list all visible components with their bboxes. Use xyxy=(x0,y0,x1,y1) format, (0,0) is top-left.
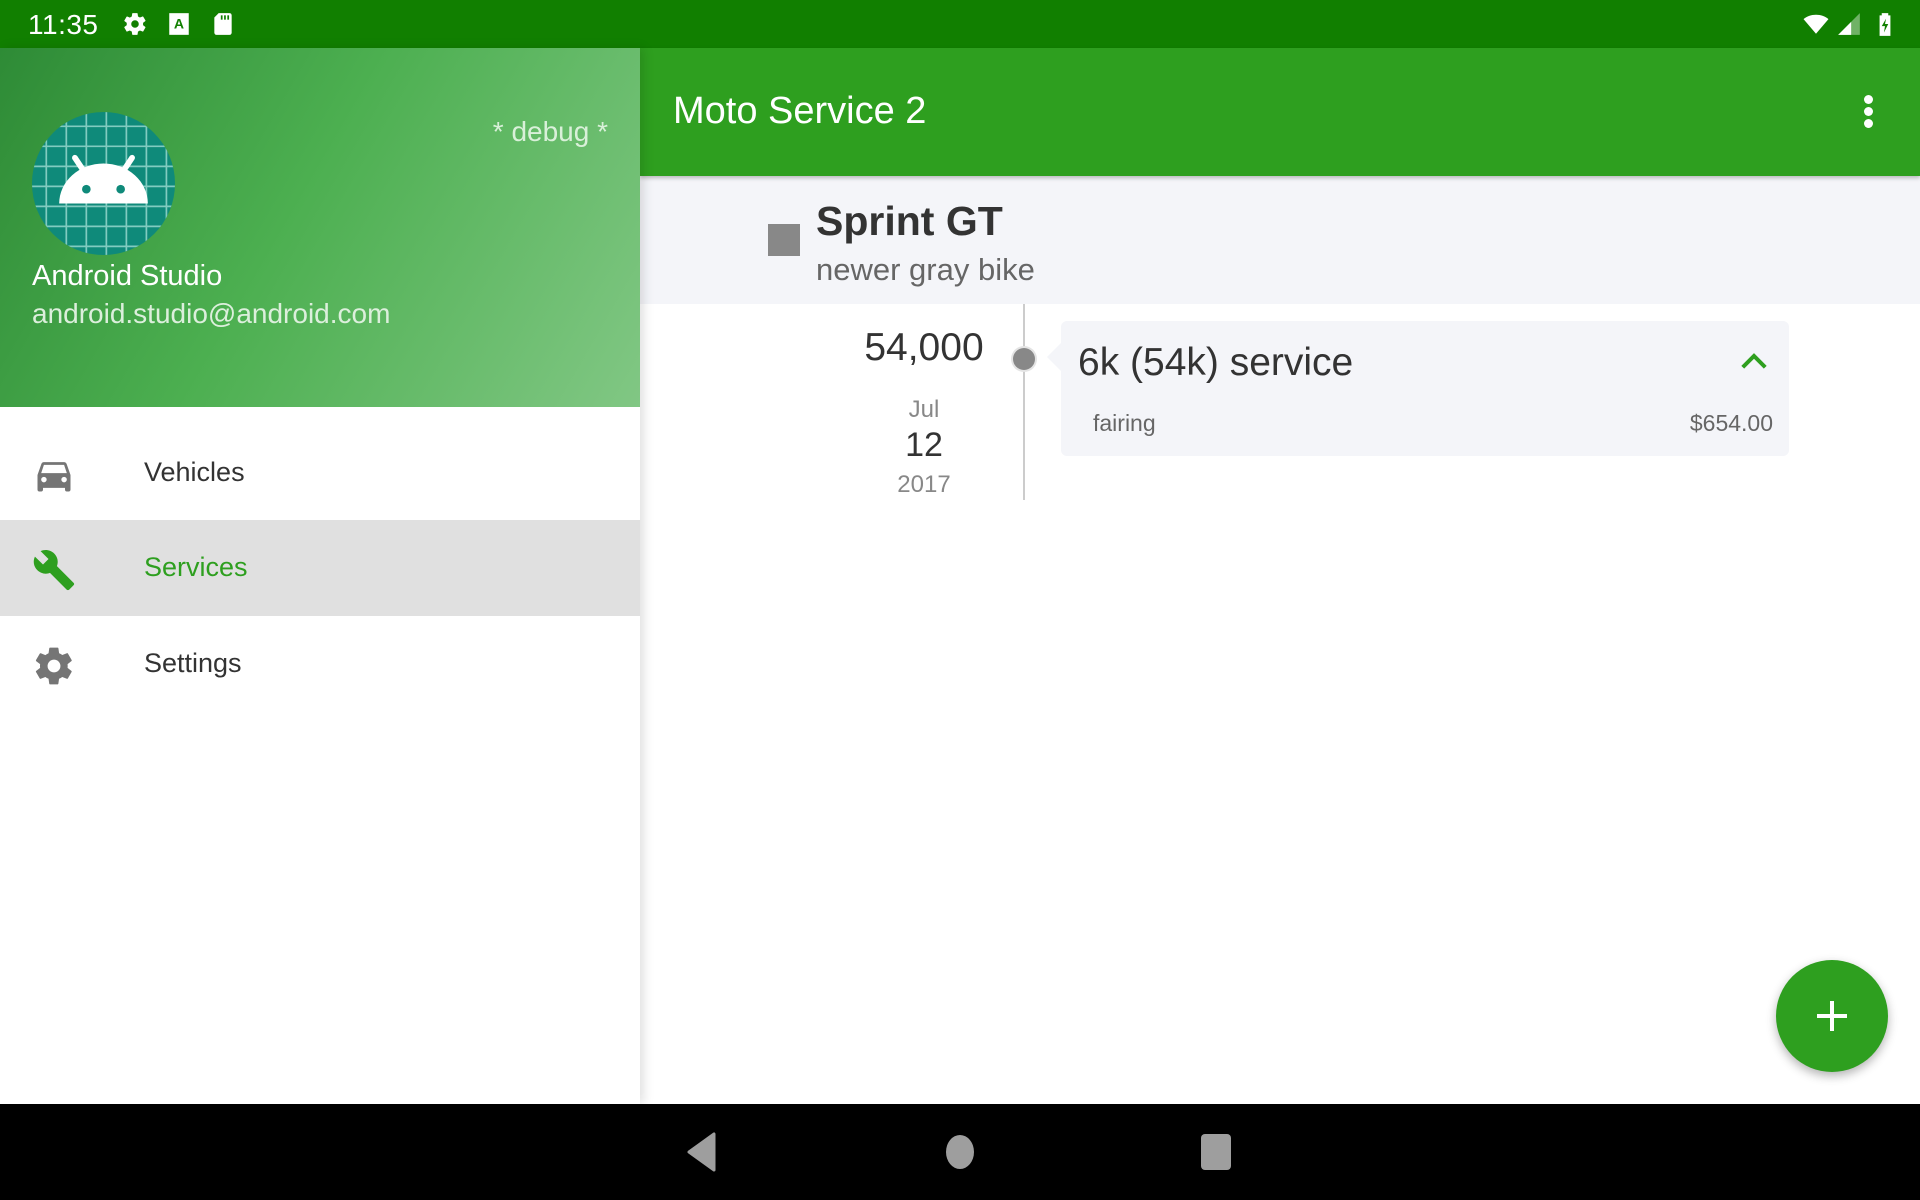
keyboard-a-icon: A xyxy=(169,13,189,35)
more-vert-icon xyxy=(1863,95,1873,104)
status-bar: 11:35 A xyxy=(0,0,1920,48)
vehicle-description: newer gray bike xyxy=(816,252,1035,287)
drawer-item-label: Services xyxy=(144,552,248,582)
debug-label: * debug * xyxy=(492,116,608,147)
avatar xyxy=(32,112,175,255)
wrench-icon xyxy=(33,550,75,591)
vehicle-name: Sprint GT xyxy=(816,198,1003,244)
svg-text:A: A xyxy=(174,15,184,31)
service-card[interactable]: 6k (54k) service fairing $654.00 xyxy=(1047,321,1789,456)
service-month: Jul xyxy=(908,396,940,423)
service-odometer: 54,000 xyxy=(864,326,984,369)
battery-charging-icon xyxy=(1879,13,1891,36)
drawer-item-label: Vehicles xyxy=(144,457,245,487)
app-title: Moto Service 2 xyxy=(673,90,927,132)
cell-signal-icon xyxy=(1838,13,1860,35)
drawer-item-settings[interactable]: Settings xyxy=(0,616,640,712)
service-year: 2017 xyxy=(897,471,951,498)
settings-icon xyxy=(124,13,146,35)
sd-card-icon xyxy=(214,13,232,35)
vehicle-header[interactable]: Sprint GT newer gray bike xyxy=(640,176,1920,304)
user-name: Android Studio xyxy=(32,260,223,292)
recents-button[interactable] xyxy=(1200,1132,1232,1172)
system-nav-bar xyxy=(0,1104,1920,1200)
service-line-item-name: fairing xyxy=(1093,410,1156,436)
drawer-header: * debug * Android Studio android.studio@… xyxy=(0,48,640,407)
timeline-line xyxy=(1023,304,1025,500)
navigation-drawer: * debug * Android Studio android.studio@… xyxy=(0,48,640,1104)
home-button[interactable] xyxy=(945,1132,975,1172)
gear-icon xyxy=(35,647,72,685)
more-options-button[interactable] xyxy=(1856,92,1880,132)
drawer-item-label: Settings xyxy=(144,648,242,678)
drawer-item-vehicles[interactable]: Vehicles xyxy=(0,425,640,521)
services-content: Sprint GT newer gray bike 54,000 Jul 12 … xyxy=(640,176,1920,1104)
back-button[interactable] xyxy=(686,1132,718,1172)
status-time: 11:35 xyxy=(28,9,99,40)
wifi-icon xyxy=(1803,14,1829,34)
drawer-item-services[interactable]: Services xyxy=(0,520,640,616)
timeline-dot xyxy=(1013,348,1035,370)
vehicle-color-swatch xyxy=(768,224,800,256)
service-day: 12 xyxy=(905,426,943,464)
car-icon xyxy=(37,462,71,492)
service-line-item-cost: $654.00 xyxy=(1689,410,1773,436)
chevron-up-icon[interactable] xyxy=(1739,349,1769,373)
app-bar: Moto Service 2 xyxy=(640,48,1920,176)
user-email: android.studio@android.com xyxy=(32,298,391,329)
add-service-button[interactable] xyxy=(1776,960,1888,1072)
service-title: 6k (54k) service xyxy=(1078,341,1354,384)
